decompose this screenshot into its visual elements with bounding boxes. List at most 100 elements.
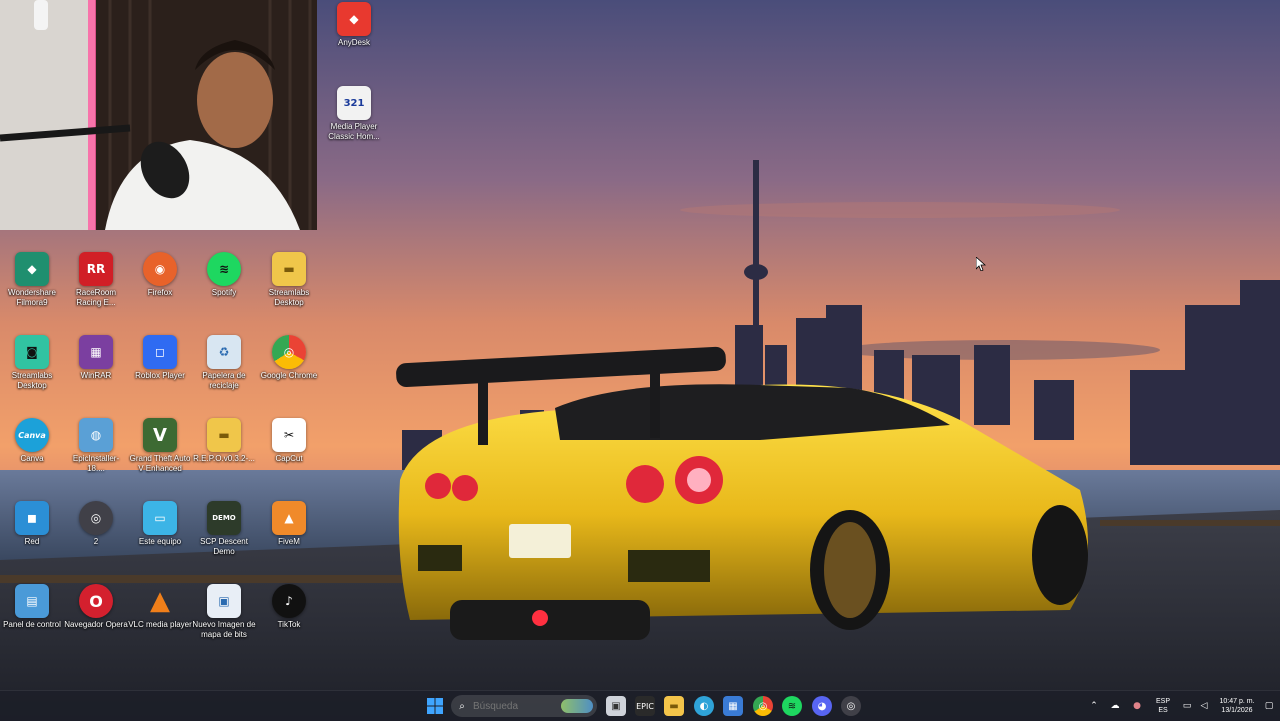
desktop-icon-network[interactable]: ◼ Red <box>0 501 64 547</box>
vlc-icon: ▲ <box>150 586 170 616</box>
desktop-icon-bitmap-file[interactable]: ▣ Nuevo Imagen de mapa de bits <box>192 584 256 640</box>
desktop-icon-label: Canva <box>20 454 44 463</box>
desktop-icon-label: VLC media player <box>128 620 192 629</box>
raceroom-icon: RR <box>79 252 113 286</box>
desktop-icon-capcut[interactable]: ✂ CapCut <box>257 418 321 464</box>
spotify-taskbar-button[interactable]: ≋ <box>782 696 802 716</box>
desktop-icon-label: Media Player Classic Hom... <box>328 122 380 141</box>
language-code: ESP <box>1155 698 1170 705</box>
desktop-icon-fivem[interactable]: ▲ FiveM <box>257 501 321 547</box>
desktop-icon-recycle-bin[interactable]: ♻ Papelera de reciclaje <box>192 335 256 391</box>
spotify-icon: ≋ <box>207 252 241 286</box>
desktop-icon-label: Navegador Opera <box>64 620 128 629</box>
desktop-icon-scp-descent[interactable]: DEMO SCP Descent Demo <box>192 501 256 557</box>
chrome-icon: ◎ <box>272 335 306 369</box>
gta-v-icon: V <box>143 418 177 452</box>
desktop-icon-label: R.E.P.O.v0.3.2-... <box>193 454 255 463</box>
edge-button[interactable]: ◐ <box>694 696 714 716</box>
clock[interactable]: 10:47 p. m. 13/1/2026 <box>1214 697 1260 715</box>
desktop-icon-label: TikTok <box>277 620 301 629</box>
desktop-icon-label: FiveM <box>278 537 300 546</box>
control-panel-icon: ▤ <box>15 584 49 618</box>
desktop-icon-label: Papelera de reciclaje <box>202 371 246 390</box>
cursor-arrow-icon <box>975 256 987 272</box>
desktop-icon-raceroom[interactable]: RR RaceRoom Racing E... <box>64 252 128 308</box>
clock-date: 13/1/2026 <box>1221 707 1253 714</box>
onedrive-icon[interactable]: ☁ <box>1105 696 1125 716</box>
search-highlight-image <box>561 699 593 713</box>
desktop-icon-label: Red <box>24 537 40 546</box>
show-hidden-icons-button[interactable]: ⌃ <box>1084 696 1104 716</box>
firefox-icon: ◉ <box>143 252 177 286</box>
desktop-icon-label: SCP Descent Demo <box>200 537 248 556</box>
desktop-icon-roblox[interactable]: ◻ Roblox Player <box>128 335 192 381</box>
file-explorer-button[interactable]: ▬ <box>664 696 684 716</box>
tiktok-icon: ♪ <box>272 584 306 618</box>
search-input[interactable] <box>473 700 557 712</box>
webcam-overlay <box>0 0 317 230</box>
epic-games-button[interactable]: EPIC <box>635 696 655 716</box>
volume-icon[interactable]: ◁ <box>1194 696 1214 716</box>
desktop-icon-chrome[interactable]: ◎ Google Chrome <box>257 335 321 381</box>
desktop-icon-label: Grand Theft Auto V Enhanced <box>129 454 191 473</box>
desktop-icon-this-pc[interactable]: ▭ Este equipo <box>128 501 192 547</box>
desktop-icon-anydesk[interactable]: ◆ AnyDesk <box>322 2 386 48</box>
desktop-icon-label: Este equipo <box>138 537 182 546</box>
desktop-icon-vlc[interactable]: ▲ VLC media player <box>128 584 192 630</box>
disc-installer-icon: ◍ <box>79 418 113 452</box>
opera-icon: O <box>79 584 113 618</box>
this-pc-icon: ▭ <box>143 501 177 535</box>
desktop-icon-label: Wondershare Filmora9 <box>8 288 56 307</box>
microphone-icon[interactable]: ● <box>1127 696 1147 716</box>
desktop-icon-label: WinRAR <box>80 371 112 380</box>
chrome-taskbar-button[interactable]: ◎ <box>753 696 773 716</box>
clock-time: 10:47 p. m. <box>1219 698 1255 705</box>
desktop-icon-repo-folder[interactable]: ▬ R.E.P.O.v0.3.2-... <box>192 418 256 464</box>
language-indicator[interactable]: ESP ES <box>1150 697 1176 715</box>
winrar-icon: ▦ <box>79 335 113 369</box>
obs-icon: ◎ <box>79 501 113 535</box>
notifications-icon[interactable]: ▢ <box>1259 696 1279 716</box>
desktop-icon-opera[interactable]: O Navegador Opera <box>64 584 128 630</box>
desktop-icon-obs[interactable]: ◎ 2 <box>64 501 128 547</box>
taskbar: ⌕ ▣ EPIC ▬ ◐ ▦ ◎ ≋ ◕ ◎ ⌃ ☁ ● ESP ES ▭ ◁ … <box>0 690 1280 721</box>
desktop-icon-gta-v[interactable]: V Grand Theft Auto V Enhanced <box>128 418 192 474</box>
desktop-icon-spotify[interactable]: ≋ Spotify <box>192 252 256 298</box>
desktop-icon-label: Streamlabs Desktop <box>11 371 53 390</box>
folder-icon: ▬ <box>207 418 241 452</box>
discord-taskbar-button[interactable]: ◕ <box>812 696 832 716</box>
taskbar-search[interactable]: ⌕ <box>451 695 597 717</box>
desktop-icon-firefox[interactable]: ◉ Firefox <box>128 252 192 298</box>
desktop-icon-streamlabs-folder[interactable]: ▬ Streamlabs Desktop <box>257 252 321 308</box>
desktop-icon-control-panel[interactable]: ▤ Panel de control <box>0 584 64 630</box>
streamer-webcam-image <box>0 0 317 230</box>
desktop-icon-label: Spotify <box>211 288 237 297</box>
desktop-icon-winrar[interactable]: ▦ WinRAR <box>64 335 128 381</box>
fivem-icon: ▲ <box>272 501 306 535</box>
windows-logo-icon <box>427 698 443 714</box>
desktop-icon-media-player-classic[interactable]: 321 Media Player Classic Hom... <box>322 86 386 142</box>
desktop-icon-label: Panel de control <box>3 620 61 629</box>
desktop-icon-streamlabs[interactable]: ◙ Streamlabs Desktop <box>0 335 64 391</box>
desktop-icon-tiktok[interactable]: ♪ TikTok <box>257 584 321 630</box>
desktop-icon-label: Roblox Player <box>135 371 185 380</box>
task-view-button[interactable]: ▣ <box>606 696 626 716</box>
start-button[interactable] <box>425 696 445 716</box>
desktop-icon-label: AnyDesk <box>337 38 370 47</box>
keyboard-layout: ES <box>1158 707 1168 714</box>
desktop-icon-canva[interactable]: Canva Canva <box>0 418 64 464</box>
search-icon: ⌕ <box>459 700 465 712</box>
store-button[interactable]: ▦ <box>723 696 743 716</box>
desktop-icon-filmora[interactable]: ◆ Wondershare Filmora9 <box>0 252 64 308</box>
network-icon: ◼ <box>15 501 49 535</box>
desktop-icon-label: EpicInstaller-18.... <box>72 454 120 473</box>
recycle-bin-icon: ♻ <box>207 335 241 369</box>
desktop-icon-epic-installer[interactable]: ◍ EpicInstaller-18.... <box>64 418 128 474</box>
bitmap-file-icon: ▣ <box>207 584 241 618</box>
streamlabs-icon: ◙ <box>15 335 49 369</box>
obs-taskbar-button[interactable]: ◎ <box>841 696 861 716</box>
canva-icon: Canva <box>15 418 49 452</box>
anydesk-icon: ◆ <box>337 2 371 36</box>
desktop-icon-label: Nuevo Imagen de mapa de bits <box>192 620 256 639</box>
capcut-icon: ✂ <box>272 418 306 452</box>
